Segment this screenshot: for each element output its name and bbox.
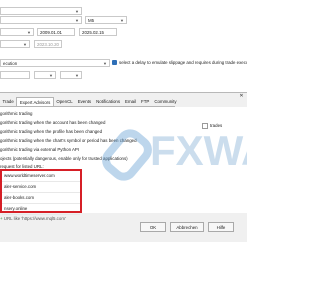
forward-date-field[interactable]: 2023.10.20	[34, 40, 62, 48]
footer-area	[0, 242, 247, 296]
date-mode-select[interactable]: ▼	[0, 28, 34, 36]
cancel-button[interactable]: Abbrechen	[170, 222, 204, 232]
chevron-down-icon: ▼	[27, 30, 31, 35]
forward-date-value: 2023.10.20	[37, 42, 59, 47]
execution-value: ecution	[3, 61, 18, 66]
chevron-down-icon: ▼	[75, 18, 79, 23]
dialog-tabs: Trade Expert Advisors OpenCL Events Noti…	[0, 97, 177, 107]
chevron-down-icon: ▼	[75, 73, 79, 78]
url-item[interactable]: aler-books.com	[2, 193, 80, 204]
date-from-value: 2009.01.01	[40, 30, 62, 35]
tab-expert-advisors[interactable]: Expert Advisors	[16, 97, 54, 106]
settings-panel: ▼ ▼ M5 ▼ ▼ 2009.01.01 2025.02.15 ▼ 2023.…	[0, 0, 247, 92]
ok-button[interactable]: OK	[140, 222, 166, 232]
timeframe-value: M5	[88, 18, 95, 23]
tab-community[interactable]: Community	[152, 97, 179, 106]
chevron-down-icon: ▼	[23, 42, 27, 47]
expert-select[interactable]: ▼	[0, 7, 82, 15]
date-from-field[interactable]: 2009.01.01	[37, 28, 75, 36]
url-item[interactable]: aler-service.com	[2, 182, 80, 193]
deposit-field[interactable]	[0, 71, 30, 79]
tab-notifications[interactable]: Notifications	[94, 97, 123, 106]
url-hint-text: URL like 'https://www.mql5.com'	[3, 216, 66, 221]
allowed-url-list[interactable]: www.worldtimeserver.com aler-service.com…	[0, 169, 82, 215]
chevron-down-icon: ▼	[103, 61, 107, 66]
checkbox-trades[interactable]	[202, 123, 208, 129]
tab-trade[interactable]: Trade	[0, 97, 16, 106]
close-icon[interactable]: ✕	[238, 93, 245, 100]
execution-select[interactable]: ecution ▼	[0, 59, 110, 67]
date-to-field[interactable]: 2025.02.15	[79, 28, 117, 36]
tab-email[interactable]: Email	[123, 97, 139, 106]
tab-opencl[interactable]: OpenCL	[54, 97, 75, 106]
chevron-down-icon: ▼	[75, 9, 79, 14]
url-item[interactable]: www.worldtimeserver.com	[2, 171, 80, 182]
watermark-shape	[96, 123, 158, 187]
url-hint: + URL like 'https://www.mql5.com'	[0, 215, 120, 222]
symbol-select[interactable]: ▼	[0, 16, 82, 24]
chevron-down-icon: ▼	[120, 18, 124, 23]
chevron-down-icon: ▼	[49, 73, 53, 78]
option-algo-trading[interactable]: gorithmic trading	[0, 109, 175, 118]
tab-ftp[interactable]: FTP	[139, 97, 152, 106]
tab-events[interactable]: Events	[75, 97, 93, 106]
delay-hint: select a delay to emulate slippage and r…	[119, 60, 247, 65]
timeframe-select[interactable]: M5 ▼	[85, 16, 127, 24]
forward-mode-select[interactable]: ▼	[0, 40, 30, 48]
leverage-select[interactable]: ▼	[60, 71, 82, 79]
trades-label: trades	[210, 123, 223, 128]
watermark-text: FXWA	[150, 130, 247, 172]
help-button[interactable]: Hilfe	[208, 222, 234, 232]
info-icon	[112, 60, 117, 65]
date-to-value: 2025.02.15	[82, 30, 104, 35]
url-item[interactable]: nsery.online	[2, 204, 80, 215]
currency-select[interactable]: ▼	[34, 71, 56, 79]
